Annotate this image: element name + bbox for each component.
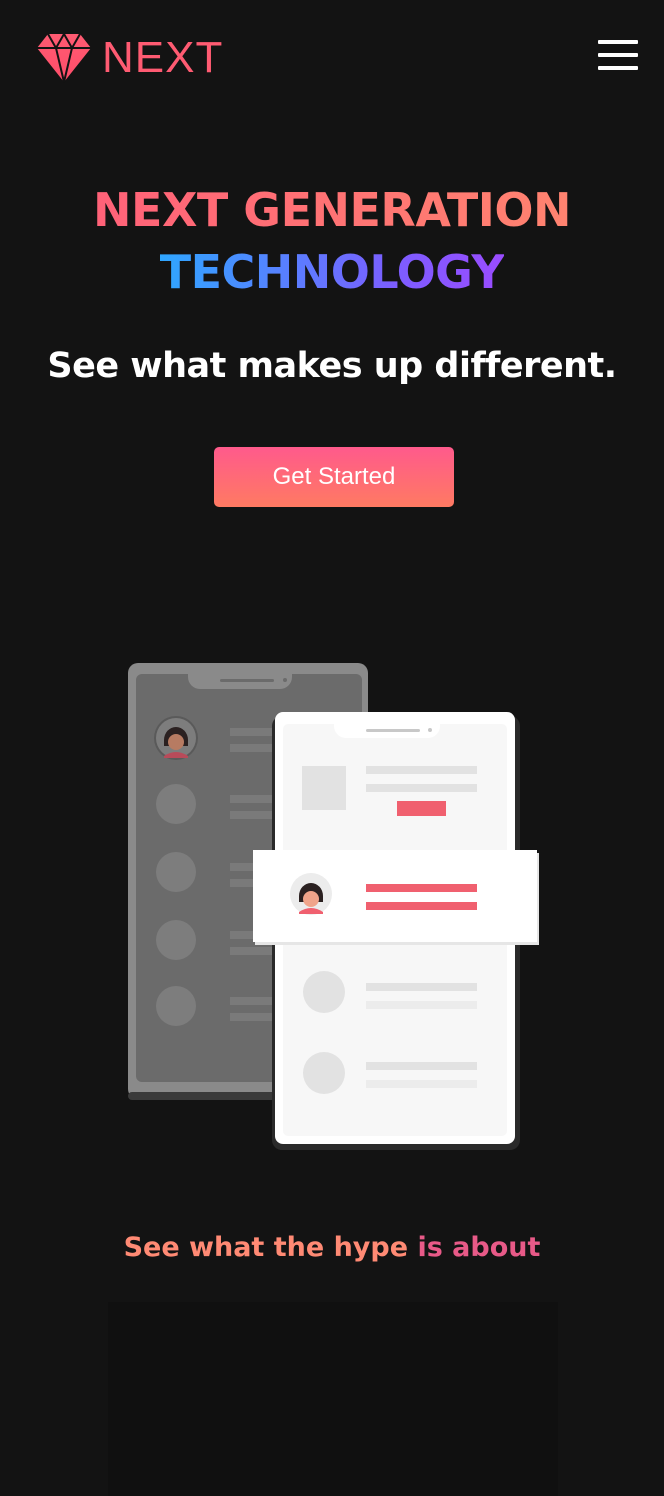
hype-heading-part1: See what the hype bbox=[123, 1232, 409, 1264]
phones-illustration bbox=[120, 660, 550, 1155]
headline-line-1: NEXT GENERATION bbox=[0, 180, 664, 240]
video-embed[interactable] bbox=[108, 1302, 558, 1496]
hamburger-menu-icon[interactable] bbox=[598, 38, 638, 72]
get-started-button[interactable]: Get Started bbox=[214, 447, 454, 507]
diamond-icon bbox=[37, 32, 91, 83]
avatar bbox=[290, 873, 332, 915]
logo[interactable]: NEXT bbox=[36, 32, 223, 84]
avatar bbox=[154, 716, 198, 760]
hype-heading: See what the hype is about bbox=[0, 1226, 664, 1270]
hype-heading-part2: is about bbox=[417, 1232, 541, 1264]
logo-text: NEXT bbox=[102, 33, 224, 82]
navbar: NEXT bbox=[0, 0, 664, 112]
hero-subtitle: See what makes up different. bbox=[47, 346, 617, 386]
hero: NEXT GENERATION TECHNOLOGY bbox=[0, 180, 664, 302]
headline-line-2: TECHNOLOGY bbox=[160, 242, 505, 302]
